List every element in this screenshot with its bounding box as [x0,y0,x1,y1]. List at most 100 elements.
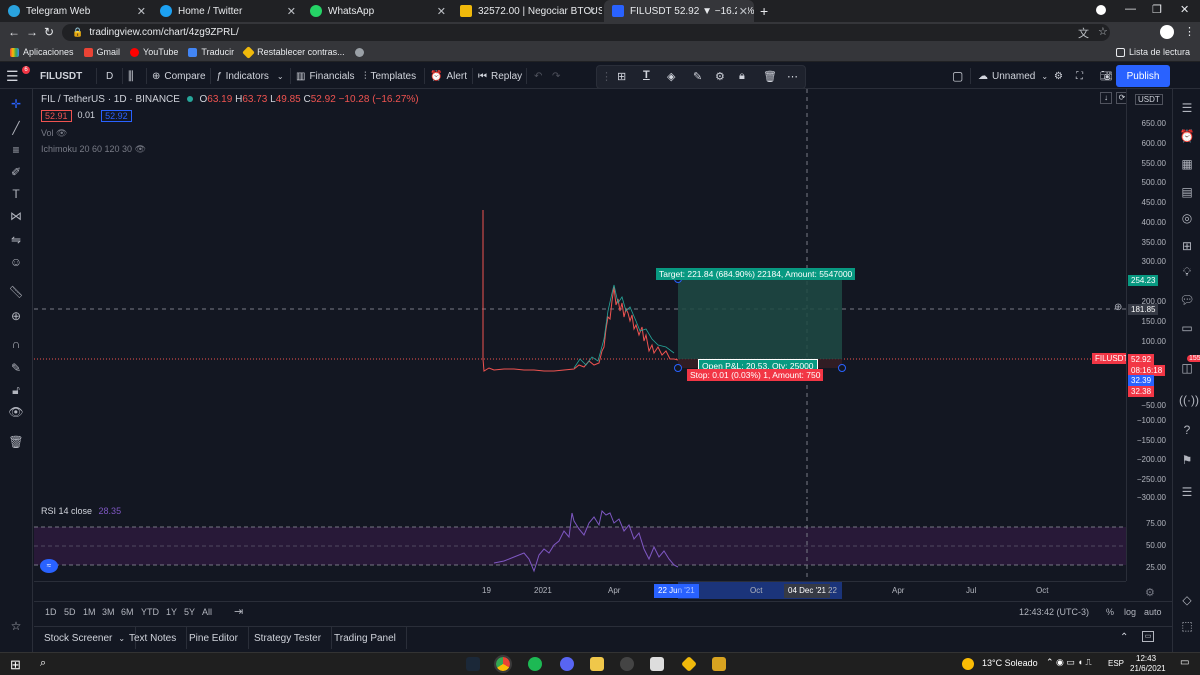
chrome-icon[interactable] [494,655,512,673]
calendar-icon[interactable]: ▦ [1179,157,1195,173]
refresh-icon[interactable]: ⟳ [1116,92,1126,104]
range-5y[interactable]: 5Y [184,607,195,617]
add-icon[interactable]: ⊕ [1114,302,1122,313]
search-icon[interactable]: ⌕ [40,657,46,670]
entry-handle[interactable] [674,364,682,372]
layout-icon[interactable]: ▢ [952,63,963,89]
eye-icon[interactable]: 👁︎ [135,144,146,154]
record-icon[interactable] [1096,5,1106,15]
lock-icon[interactable]: 🔓︎ [8,383,24,397]
price-axis[interactable]: USDT 650.00 600.00 550.00 500.00 450.00 … [1126,89,1172,599]
eye-icon[interactable]: 👁︎ [8,405,24,419]
symbol-search[interactable]: FILUSDT [40,63,82,89]
prediction-icon[interactable]: ⇋ [8,233,24,247]
eye-icon[interactable]: 👁︎ [56,128,67,138]
candles-icon[interactable]: ⫼ [128,63,134,89]
target-icon[interactable]: ◎ [1179,211,1195,227]
buy-price[interactable]: 52.92 [101,110,132,122]
price-chart[interactable]: FIL / TetherUS · 1D · BINANCE O63.19 H63… [34,89,1126,499]
crosshair-icon[interactable]: ✛ [8,97,24,111]
chat-icon[interactable]: 💬︎ [1179,293,1195,309]
spotify-icon[interactable] [528,657,542,671]
zoom-icon[interactable]: ⊕ [8,309,24,323]
bookmark-youtube[interactable]: YouTube [130,47,178,57]
chat-count-icon[interactable]: ◫ 155 [1179,355,1200,377]
range-5d[interactable]: 5D [64,607,76,617]
menu-button[interactable]: ☰ 6 [6,63,30,89]
text-icon[interactable]: T [643,69,650,81]
range-1m[interactable]: 1M [83,607,96,617]
new-tab-button[interactable]: + [760,3,768,19]
news-icon[interactable]: ▤ [1179,185,1195,201]
minimize-button[interactable]: — [1125,3,1136,15]
forward-icon[interactable]: → [26,25,38,39]
close-icon[interactable]: ✕ [587,5,596,18]
settings-icon[interactable]: ⚙ [1054,63,1063,89]
bookmark-binance[interactable]: Restablecer contras... [242,45,345,59]
maximize-button[interactable]: ❐ [1152,3,1162,16]
app-icon[interactable] [620,657,634,671]
help-icon[interactable]: ? [1179,423,1195,439]
discord-icon[interactable] [560,657,574,671]
ruler-icon[interactable]: 📏︎ [8,285,24,299]
chat2-icon[interactable]: ▭ [1179,321,1195,337]
star-icon[interactable]: ☆ [8,619,24,633]
menu-icon[interactable]: ⋮ [1184,25,1195,38]
bookmark-apps[interactable]: Aplicaciones [10,47,74,57]
trash-icon[interactable]: 🗑︎ [8,435,24,449]
tab-telegram[interactable]: Telegram Web ✕ [0,0,152,22]
close-icon[interactable]: ✕ [736,4,748,18]
folder-icon[interactable] [590,657,604,671]
menu-icon[interactable]: ☰ [1179,485,1195,501]
rsi-pane[interactable]: RSI 14 close 28.35 ≈ [34,501,1126,581]
percent-toggle[interactable]: % [1106,607,1114,617]
range-1d[interactable]: 1D [45,607,57,617]
reload-icon[interactable]: ↻ [44,25,54,39]
close-icon[interactable]: ✕ [287,5,296,18]
brush-icon[interactable]: ✐ [8,165,24,179]
redo-icon[interactable]: ↷ [552,63,560,89]
clock-time[interactable]: 12:43 [1136,654,1156,663]
window-close-button[interactable]: ✕ [1180,3,1189,16]
drag-handle-icon[interactable]: ⋮ [601,70,612,83]
text-icon[interactable]: T [8,187,24,201]
maximize-panel-icon[interactable]: ▭ [1142,631,1154,642]
layers-icon[interactable]: ◇ [1179,593,1195,609]
publish-button[interactable]: Publish [1116,65,1170,87]
camera-icon[interactable]: 📷︎ [1100,63,1113,89]
alarm-icon[interactable]: ⏰ [1179,129,1195,145]
tab-twitter[interactable]: Home / Twitter ✕ [152,0,302,22]
notification-center-icon[interactable]: ▭ [1180,657,1189,668]
financials-button[interactable]: ▥ Financials [296,63,354,89]
target-zone[interactable] [678,279,842,359]
stop-label[interactable]: Stop: 0.01 (0.03%) 1, Amount: 750 [687,369,824,381]
broadcast-icon[interactable]: ((·)) [1179,393,1199,409]
compare-button[interactable]: ⊕ Compare [152,63,206,89]
close-icon[interactable]: ✕ [437,5,446,18]
lock-icon[interactable]: 🔒︎ [739,70,745,83]
fullscreen-icon[interactable]: ⛶ [1076,63,1083,89]
clapper-icon[interactable] [650,657,664,671]
tab-strategy-tester[interactable]: Strategy Tester [244,627,333,649]
range-ytd[interactable]: YTD [141,607,159,617]
profile-avatar[interactable] [1160,25,1174,39]
close-icon[interactable]: ✕ [137,5,146,18]
language-indicator[interactable]: ESP [1108,659,1124,668]
gear-icon[interactable]: ⚙ [715,70,725,83]
collapse-icon[interactable]: ⌃ [1120,632,1128,643]
fib-icon[interactable]: ≡ [8,143,24,157]
pencil-lock-icon[interactable]: ✎ [8,361,24,375]
windows-start-icon[interactable]: ⊞ [10,657,21,673]
tab-binance[interactable]: 32572.00 | Negociar BTCUSDT ✕ [452,0,602,22]
tab-trading-panel[interactable]: Trading Panel [324,627,407,649]
fill-color-icon[interactable]: ◈ [667,70,675,83]
trendline-icon[interactable]: ╱ [8,121,24,135]
game-icon[interactable] [712,657,726,671]
sell-price[interactable]: 52.91 [41,110,72,122]
lightbulb-icon[interactable]: 💡︎ [1179,265,1195,281]
extend-icon[interactable]: ⬚ [1179,619,1195,635]
tray-icons[interactable]: ⌃ ◉ ▭ ◖ ⎍ [1046,657,1092,668]
back-icon[interactable]: ← [8,25,20,39]
pattern-icon[interactable]: ⋈ [8,209,24,223]
notifications-icon[interactable]: ⚑ [1179,453,1195,469]
